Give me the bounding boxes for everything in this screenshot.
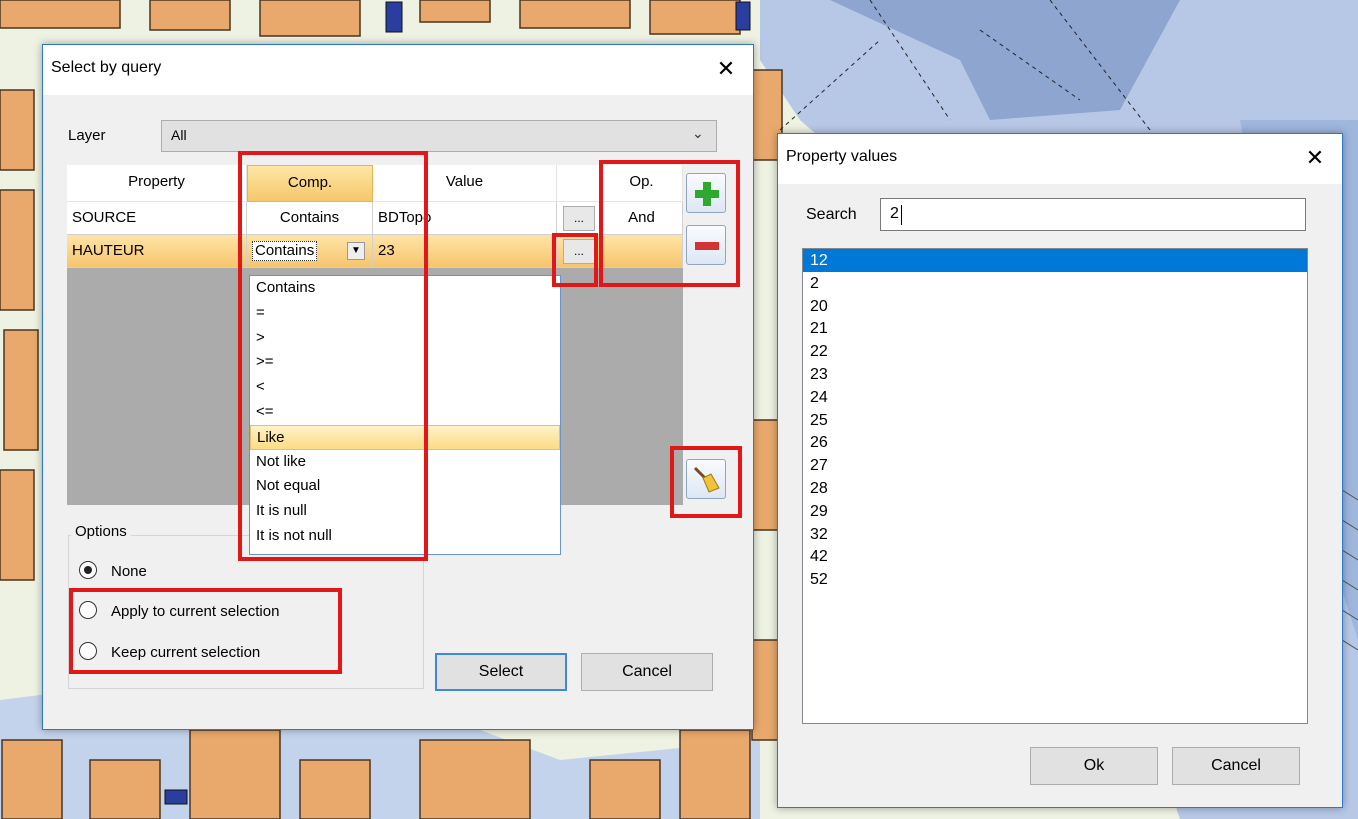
add-row-button[interactable]: [686, 173, 726, 213]
text-caret: [901, 205, 902, 225]
ok-button[interactable]: Ok: [1030, 747, 1158, 785]
layer-label: Layer: [68, 127, 106, 144]
comparison-dropdown-list[interactable]: Contains = > >= < <= Like Not like Not e…: [249, 275, 561, 555]
radio-apply-to-current-selection[interactable]: Apply to current selection: [79, 601, 339, 625]
cancel-button[interactable]: Cancel: [581, 653, 713, 691]
chevron-down-icon: ⌄: [692, 125, 704, 141]
comparison-option[interactable]: Contains: [250, 276, 560, 301]
dialog-title: Property values: [786, 148, 898, 165]
search-input[interactable]: 2: [880, 198, 1306, 231]
search-label: Search: [806, 206, 857, 223]
radio-apply-label: Apply to current selection: [111, 603, 280, 620]
radio-keep-label: Keep current selection: [111, 644, 261, 661]
list-item[interactable]: 2: [803, 272, 1307, 295]
comparison-option[interactable]: >: [250, 326, 560, 351]
property-values-dialog: Property values ✕ Search 2 12 2 20 21 22…: [777, 133, 1343, 808]
column-header-value[interactable]: Value: [373, 165, 557, 202]
list-item[interactable]: 26: [803, 431, 1307, 454]
row-comp[interactable]: Contains: [247, 202, 373, 235]
comparison-option[interactable]: =: [250, 301, 560, 326]
comparison-option[interactable]: Not equal: [250, 474, 560, 499]
comparison-option[interactable]: <=: [250, 400, 560, 425]
value-picker-button[interactable]: ...: [563, 239, 595, 264]
row-comp-editor[interactable]: Contains ▼: [247, 235, 373, 268]
layer-dropdown[interactable]: All ⌄: [161, 120, 717, 152]
radio-none-label: None: [111, 563, 147, 580]
table-row[interactable]: SOURCE Contains BDTopo ... And: [67, 202, 683, 235]
list-item[interactable]: 25: [803, 409, 1307, 432]
row-value[interactable]: 23: [373, 235, 557, 268]
select-button[interactable]: Select: [435, 653, 567, 691]
column-header-op[interactable]: Op.: [601, 165, 683, 202]
row-property[interactable]: HAUTEUR: [67, 235, 247, 268]
column-header-comp[interactable]: Comp.: [247, 165, 373, 202]
row-property[interactable]: SOURCE: [67, 202, 247, 235]
list-item[interactable]: 52: [803, 568, 1307, 591]
list-item[interactable]: 42: [803, 545, 1307, 568]
close-icon[interactable]: ✕: [1300, 145, 1330, 173]
cancel-button[interactable]: Cancel: [1172, 747, 1300, 785]
radio-apply-circle[interactable]: [79, 601, 97, 619]
chevron-down-icon[interactable]: ▼: [347, 242, 365, 260]
list-item[interactable]: 32: [803, 523, 1307, 546]
list-item[interactable]: 20: [803, 295, 1307, 318]
dialog-title: Select by query: [51, 59, 162, 76]
radio-keep-current-selection[interactable]: Keep current selection: [79, 642, 339, 666]
row-op[interactable]: [601, 235, 683, 268]
list-item[interactable]: 22: [803, 340, 1307, 363]
close-icon[interactable]: ✕: [711, 56, 741, 84]
table-row[interactable]: HAUTEUR Contains ▼ 23 ...: [67, 235, 683, 268]
remove-row-button[interactable]: [686, 225, 726, 265]
minus-icon: [695, 242, 719, 250]
list-item[interactable]: 27: [803, 454, 1307, 477]
comparison-option[interactable]: Not like: [250, 450, 560, 475]
plus-icon: [695, 182, 719, 206]
row-value[interactable]: BDTopo: [373, 202, 557, 235]
value-picker-button[interactable]: ...: [563, 206, 595, 231]
options-group-label: Options: [71, 523, 131, 540]
list-item[interactable]: 29: [803, 500, 1307, 523]
row-op[interactable]: And: [601, 202, 683, 235]
layer-dropdown-value: All: [171, 127, 187, 143]
list-item[interactable]: 23: [803, 363, 1307, 386]
comparison-option[interactable]: >=: [250, 350, 560, 375]
list-item[interactable]: 28: [803, 477, 1307, 500]
property-values-list[interactable]: 12 2 20 21 22 23 24 25 26 27 28 29 32 42…: [802, 248, 1308, 724]
radio-keep-circle[interactable]: [79, 642, 97, 660]
comparison-option-highlighted[interactable]: Like: [250, 424, 560, 450]
comp-editor-value: Contains: [252, 241, 318, 261]
list-item[interactable]: 12: [803, 249, 1307, 272]
column-header-ellipsis: [557, 165, 601, 202]
dialog-titlebar[interactable]: Property values ✕: [778, 134, 1342, 184]
search-input-value: 2: [890, 205, 899, 222]
radio-none-circle[interactable]: [79, 561, 97, 579]
list-item[interactable]: 24: [803, 386, 1307, 409]
broom-icon: [693, 466, 720, 493]
comparison-option[interactable]: It is not null: [250, 524, 560, 549]
dialog-titlebar[interactable]: Select by query ✕: [43, 45, 753, 95]
comparison-option[interactable]: <: [250, 375, 560, 400]
radio-none[interactable]: None: [79, 561, 279, 585]
list-item[interactable]: 21: [803, 317, 1307, 340]
column-header-property[interactable]: Property: [67, 165, 247, 202]
comparison-option[interactable]: It is null: [250, 499, 560, 524]
clear-query-button[interactable]: [686, 459, 726, 499]
